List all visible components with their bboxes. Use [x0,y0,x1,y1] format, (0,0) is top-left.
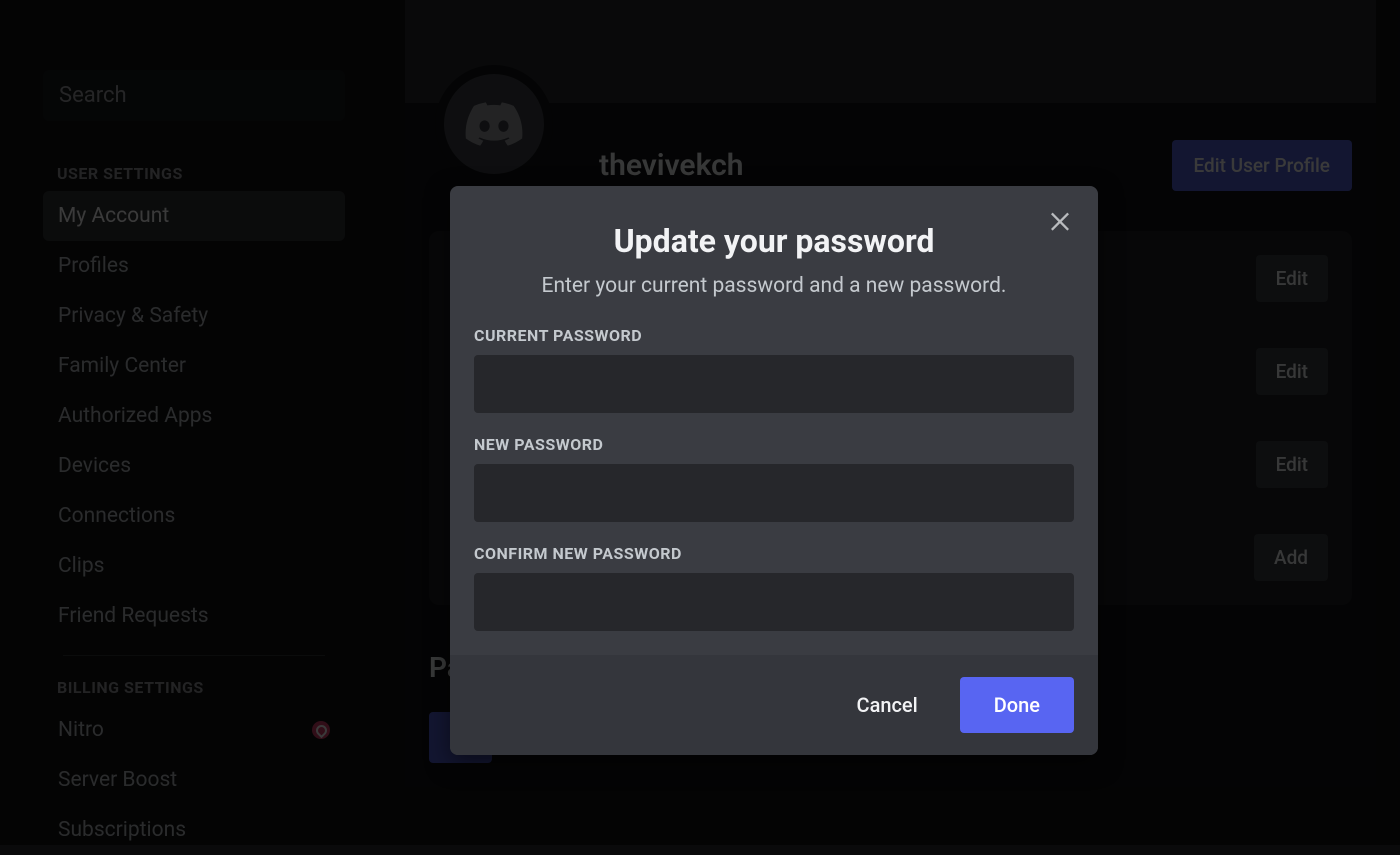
modal-footer: Cancel Done [450,655,1098,755]
current-password-label: Current Password [474,326,1074,345]
done-button[interactable]: Done [960,677,1074,733]
modal-subtitle: Enter your current password and a new pa… [474,274,1074,298]
confirm-new-password-label: Confirm New Password [474,544,1074,563]
update-password-modal: Update your password Enter your current … [450,186,1098,755]
modal-title: Update your password [474,222,1074,260]
cancel-button[interactable]: Cancel [857,693,918,717]
current-password-input[interactable] [474,355,1074,413]
new-password-label: New Password [474,435,1074,454]
new-password-input[interactable] [474,464,1074,522]
confirm-new-password-input[interactable] [474,573,1074,631]
close-icon[interactable] [1046,206,1074,234]
